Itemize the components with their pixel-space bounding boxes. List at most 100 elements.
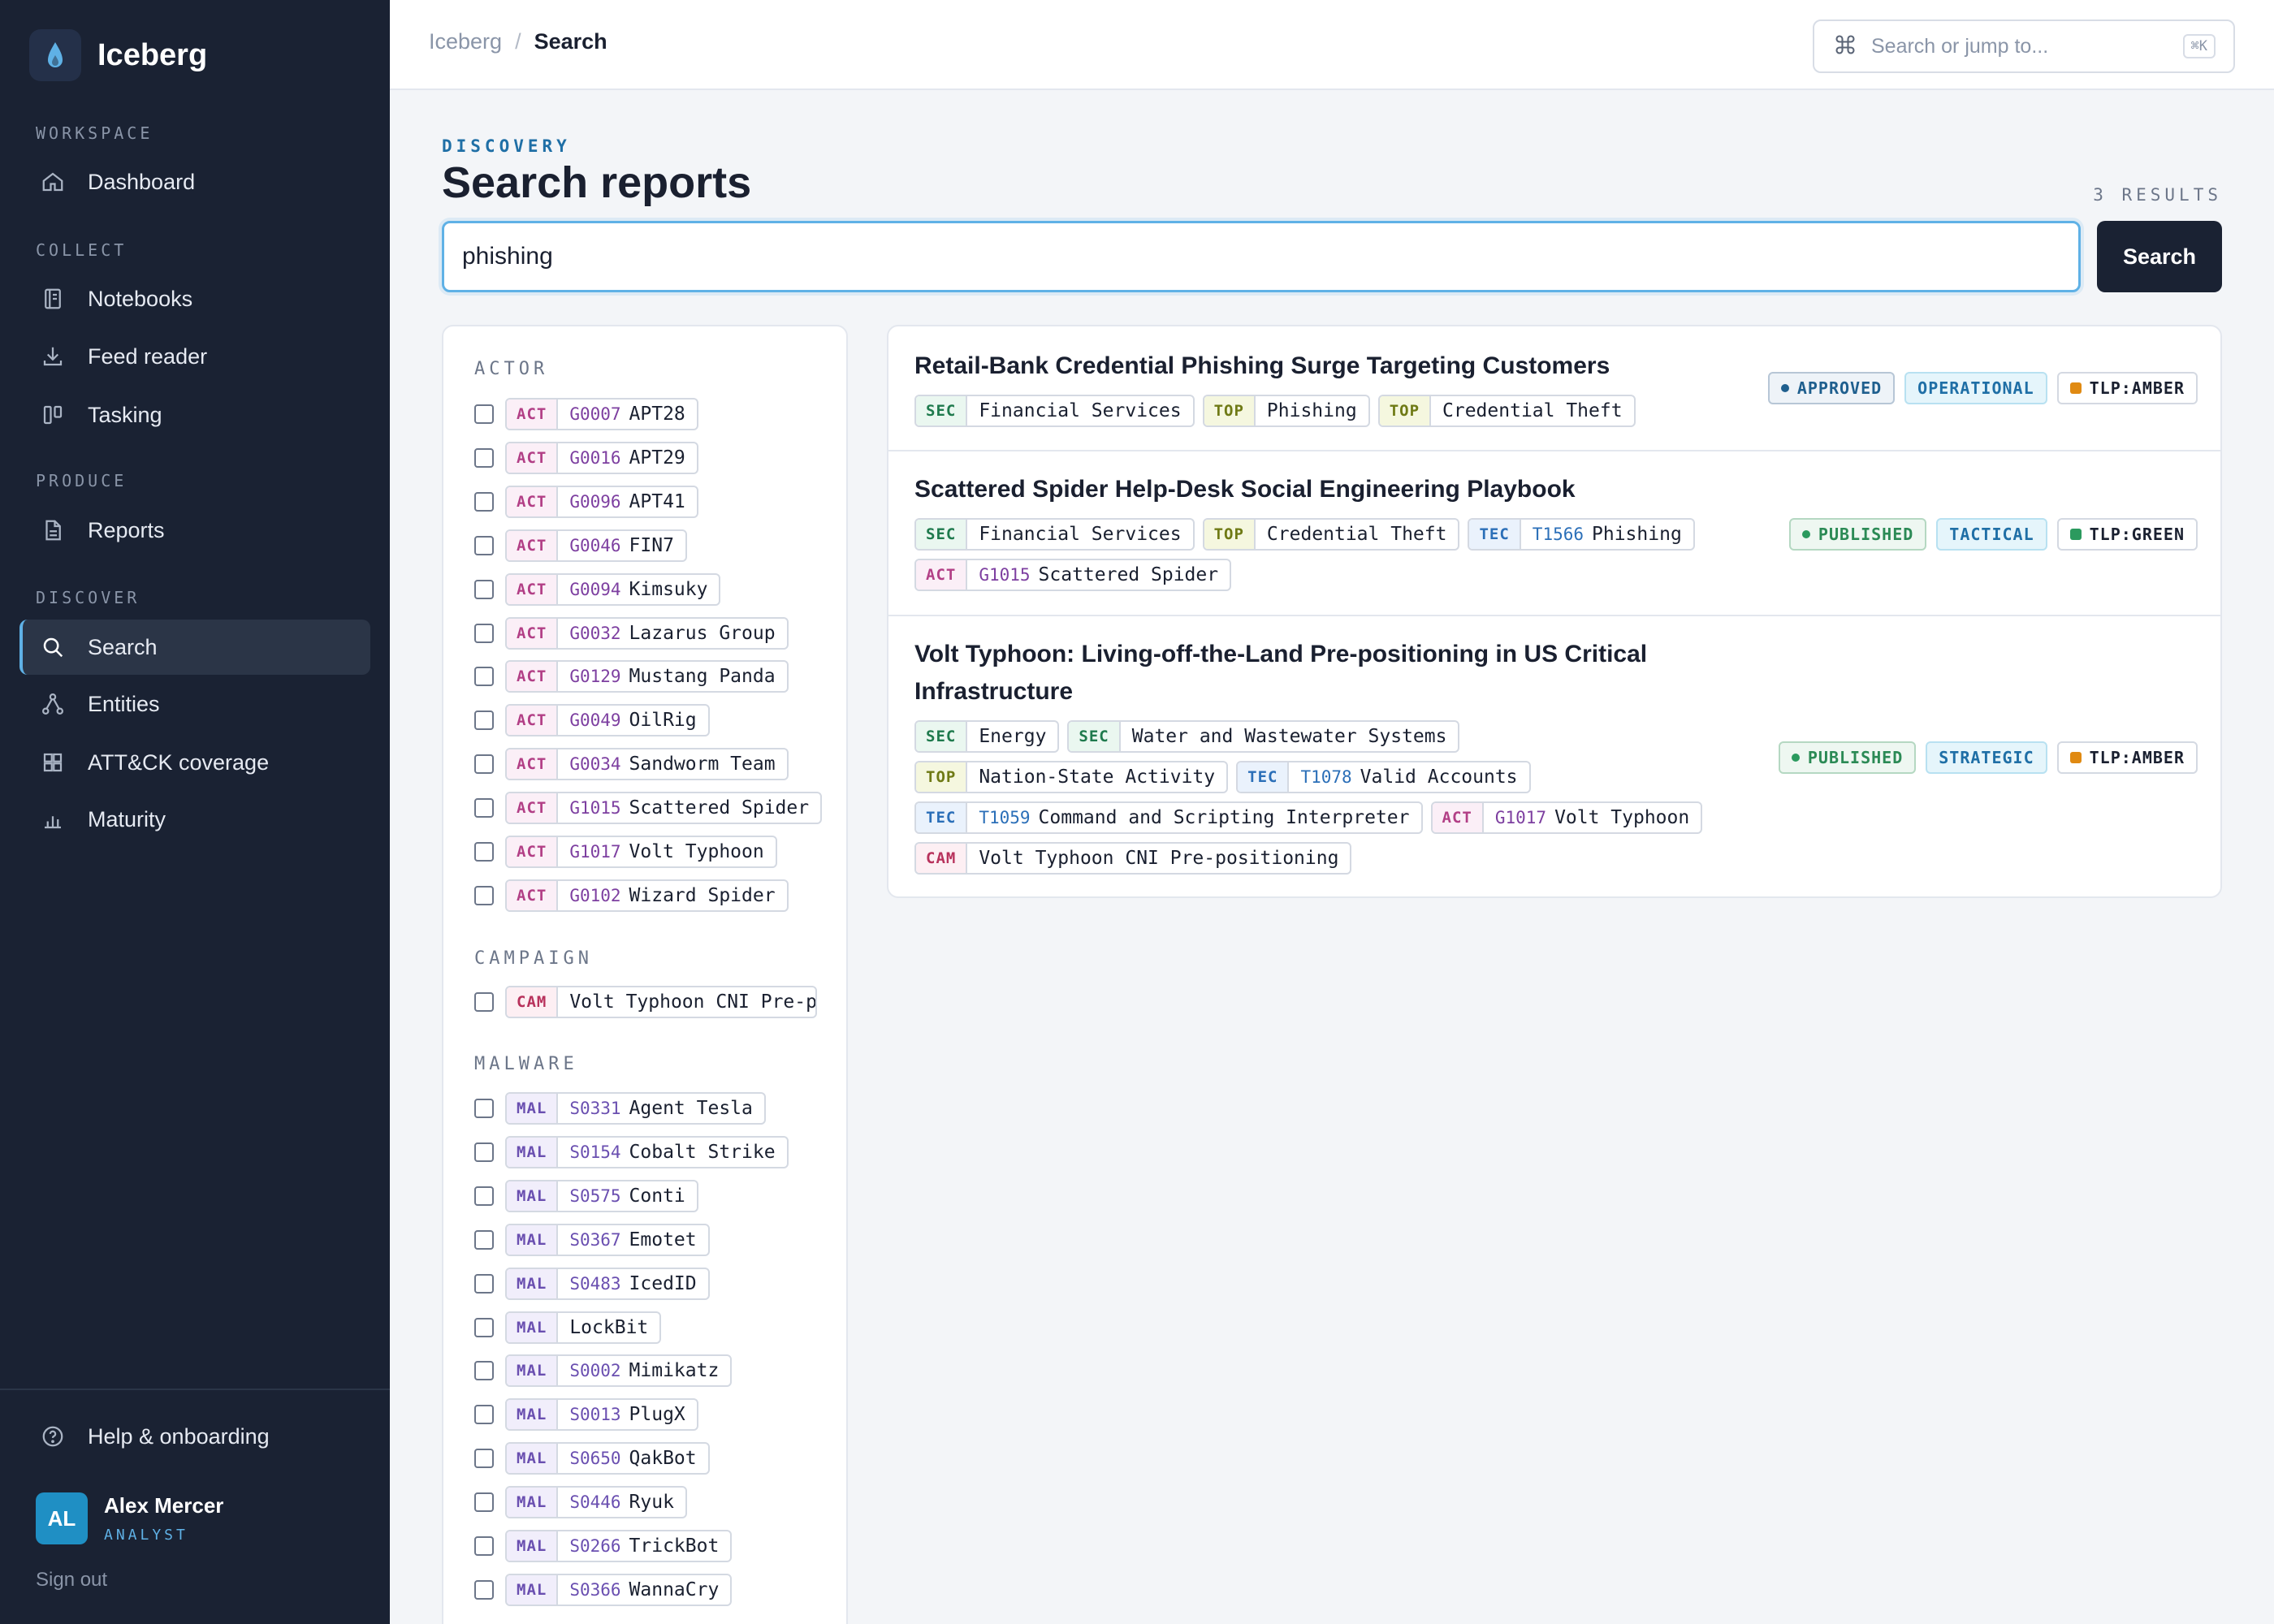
tag-tec[interactable]: TEC T1059 Command and Scripting Interprete…: [914, 801, 1423, 834]
facet-option[interactable]: ACT G0032 Lazarus Group: [474, 616, 789, 650]
sidebar-item-tasking[interactable]: Tasking: [19, 387, 370, 443]
tag-mal[interactable]: MAL S0446 Ryuk: [505, 1486, 687, 1519]
sidebar-item-entities[interactable]: Entities: [19, 676, 370, 732]
sidebar-item-reports[interactable]: Reports: [19, 503, 370, 558]
sign-out-link[interactable]: Sign out: [36, 1569, 107, 1592]
search-input[interactable]: [442, 221, 2081, 292]
tag-act[interactable]: ACT G0032 Lazarus Group: [505, 616, 789, 650]
sidebar-item-maturity[interactable]: Maturity: [19, 792, 370, 847]
tag-cam[interactable]: CAM Volt Typhoon CNI Pre-p: [505, 986, 817, 1018]
tag-mal[interactable]: MAL S0266 TrickBot: [505, 1530, 733, 1562]
result-title[interactable]: Retail-Bank Credential Phishing Surge Ta…: [914, 348, 1610, 385]
facet-option[interactable]: MAL S0002 Mimikatz: [474, 1354, 733, 1388]
tag-act[interactable]: ACT G0046 FIN7: [505, 529, 687, 562]
tag-act[interactable]: ACT G1015 Scattered Spider: [505, 792, 823, 825]
facet-option[interactable]: MAL S0446 Ryuk: [474, 1485, 687, 1519]
facet-checkbox[interactable]: [474, 579, 494, 599]
facet-option[interactable]: MAL S0266 TrickBot: [474, 1529, 733, 1563]
facet-checkbox[interactable]: [474, 404, 494, 424]
tag-act[interactable]: ACT G0049 OilRig: [505, 704, 710, 737]
tag-sec[interactable]: SEC Energy: [914, 720, 1060, 753]
facet-option[interactable]: ACT G0046 FIN7: [474, 529, 687, 563]
tag-act[interactable]: ACT G0129 Mustang Panda: [505, 660, 789, 693]
facet-checkbox[interactable]: [474, 535, 494, 555]
facet-option[interactable]: MAL S0650 QakBot: [474, 1441, 710, 1475]
facet-option[interactable]: MAL LockBit: [474, 1311, 662, 1345]
tag-mal[interactable]: MAL S0331 Agent Tesla: [505, 1092, 766, 1125]
tag-top[interactable]: TOP Credential Theft: [1202, 518, 1460, 551]
facet-option[interactable]: ACT G0049 OilRig: [474, 703, 710, 737]
tag-act[interactable]: ACT G0016 APT29: [505, 441, 698, 474]
facet-checkbox[interactable]: [474, 1273, 494, 1294]
tag-mal[interactable]: MAL S0367 Emotet: [505, 1223, 710, 1256]
facet-option[interactable]: ACT G0129 Mustang Panda: [474, 659, 789, 693]
facet-option[interactable]: MAL S0331 Agent Tesla: [474, 1091, 766, 1125]
facet-checkbox[interactable]: [474, 1317, 494, 1337]
facet-checkbox[interactable]: [474, 1492, 494, 1513]
tag-act[interactable]: ACT G0094 Kimsuky: [505, 572, 721, 606]
tag-mal[interactable]: MAL S0650 QakBot: [505, 1442, 710, 1475]
user-profile[interactable]: AL Alex Mercer ANALYST: [36, 1492, 223, 1544]
facet-option[interactable]: ACT G0094 Kimsuky: [474, 572, 721, 607]
tag-mal[interactable]: MAL S0002 Mimikatz: [505, 1354, 733, 1388]
tag-tec[interactable]: TEC T1078 Valid Accounts: [1236, 761, 1531, 793]
facet-checkbox[interactable]: [474, 1449, 494, 1469]
facet-checkbox[interactable]: [474, 491, 494, 512]
tag-mal[interactable]: MAL S0366 WannaCry: [505, 1573, 733, 1606]
search-button[interactable]: Search: [2097, 221, 2222, 292]
tag-top[interactable]: TOP Phishing: [1202, 395, 1370, 427]
facet-option[interactable]: MAL S0483 IcedID: [474, 1267, 710, 1301]
facet-checkbox[interactable]: [474, 1405, 494, 1425]
result-title[interactable]: Volt Typhoon: Living-off-the-Land Pre-po…: [914, 636, 1727, 710]
tag-act[interactable]: ACT G0096 APT41: [505, 485, 698, 518]
facet-checkbox[interactable]: [474, 623, 494, 643]
facet-checkbox[interactable]: [474, 1099, 494, 1118]
facet-option[interactable]: MAL S0575 Conti: [474, 1179, 698, 1213]
facet-option[interactable]: ACT G1015 Scattered Spider: [474, 791, 823, 825]
tag-act[interactable]: ACT G0034 Sandworm Team: [505, 748, 789, 781]
facet-option[interactable]: ACT G1017 Volt Typhoon: [474, 835, 777, 869]
facet-checkbox[interactable]: [474, 710, 494, 731]
facet-checkbox[interactable]: [474, 1536, 494, 1556]
result-card[interactable]: Scattered Spider Help-Desk Social Engine…: [888, 451, 2220, 616]
facet-option[interactable]: MAL S0154 Cobalt Strike: [474, 1135, 789, 1169]
facet-checkbox[interactable]: [474, 447, 494, 468]
facet-checkbox[interactable]: [474, 992, 494, 1012]
tag-top[interactable]: TOP Nation-State Activity: [914, 761, 1229, 793]
jump-search-box[interactable]: Search or jump to... ⌘K: [1813, 19, 2235, 73]
facet-option[interactable]: MAL S0367 Emotet: [474, 1223, 710, 1257]
tag-cam[interactable]: CAM Volt Typhoon CNI Pre-positioning: [914, 842, 1352, 875]
sidebar-item-attack-coverage[interactable]: ATT&CK coverage: [19, 735, 370, 790]
facet-checkbox[interactable]: [474, 754, 494, 775]
sidebar-item-feed-reader[interactable]: Feed reader: [19, 329, 370, 384]
tag-sec[interactable]: SEC Financial Services: [914, 518, 1195, 551]
tag-top[interactable]: TOP Credential Theft: [1377, 395, 1636, 427]
facet-checkbox[interactable]: [474, 1229, 494, 1250]
tag-mal[interactable]: MAL S0013 PlugX: [505, 1398, 698, 1432]
facet-checkbox[interactable]: [474, 1186, 494, 1206]
sidebar-item-search[interactable]: Search: [19, 620, 370, 675]
tag-act[interactable]: ACT G1015 Scattered Spider: [914, 559, 1232, 591]
sidebar-item-notebooks[interactable]: Notebooks: [19, 271, 370, 326]
result-title[interactable]: Scattered Spider Help-Desk Social Engine…: [914, 471, 1576, 508]
sidebar-item-dashboard[interactable]: Dashboard: [19, 154, 370, 209]
tag-mal[interactable]: MAL S0483 IcedID: [505, 1267, 710, 1300]
facet-option[interactable]: MAL S0366 WannaCry: [474, 1573, 733, 1607]
help-onboarding-link[interactable]: Help & onboarding: [19, 1409, 270, 1464]
tag-mal[interactable]: MAL S0154 Cobalt Strike: [505, 1135, 789, 1168]
facet-checkbox[interactable]: [474, 842, 494, 862]
facet-option[interactable]: ACT G0096 APT41: [474, 485, 698, 519]
brand[interactable]: Iceberg: [29, 29, 207, 81]
tag-sec[interactable]: SEC Financial Services: [914, 395, 1195, 427]
tag-act[interactable]: ACT G1017 Volt Typhoon: [505, 836, 777, 868]
facet-option[interactable]: MAL S0013 PlugX: [474, 1397, 698, 1432]
facet-checkbox[interactable]: [474, 1361, 494, 1381]
facet-option[interactable]: ACT G0034 Sandworm Team: [474, 747, 789, 781]
tag-mal[interactable]: MAL S0575 Conti: [505, 1179, 698, 1212]
tag-act[interactable]: ACT G0102 Wizard Spider: [505, 879, 789, 912]
tag-sec[interactable]: SEC Water and Wastewater Systems: [1067, 720, 1460, 753]
facet-checkbox[interactable]: [474, 667, 494, 687]
result-card[interactable]: Retail-Bank Credential Phishing Surge Ta…: [888, 326, 2220, 451]
tag-tec[interactable]: TEC T1566 Phishing: [1468, 518, 1695, 551]
facet-checkbox[interactable]: [474, 1142, 494, 1162]
